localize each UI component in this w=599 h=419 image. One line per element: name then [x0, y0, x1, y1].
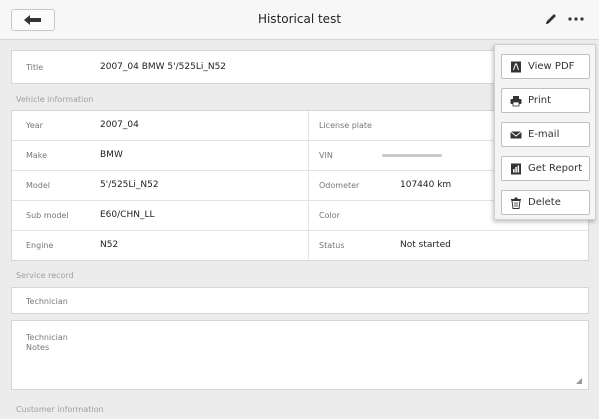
print-label: Print: [528, 95, 552, 106]
trash-icon: [511, 197, 521, 209]
engine-value[interactable]: N52: [100, 240, 118, 250]
top-bar: Historical test: [0, 0, 599, 40]
resize-handle[interactable]: [576, 378, 582, 384]
model-label: Model: [26, 181, 51, 190]
view-pdf-button[interactable]: View PDF: [501, 54, 590, 79]
odometer-value[interactable]: 107440 km: [400, 180, 451, 190]
year-value[interactable]: 2007_04: [100, 120, 139, 130]
email-label: E-mail: [528, 129, 560, 140]
license-plate-label: License plate: [319, 121, 372, 130]
print-button[interactable]: Print: [501, 88, 590, 113]
customer-section-label: Customer information: [16, 405, 104, 414]
email-button[interactable]: E-mail: [501, 122, 590, 147]
technician-label: Technician: [26, 297, 68, 306]
sub-model-label: Sub model: [26, 211, 69, 220]
vin-value-redacted[interactable]: [382, 154, 442, 157]
make-value[interactable]: BMW: [100, 150, 123, 160]
color-label: Color: [319, 211, 340, 220]
get-report-button[interactable]: Get Report: [501, 156, 590, 181]
printer-icon: [510, 95, 522, 106]
status-label: Status: [319, 241, 345, 250]
vehicle-section-label: Vehicle information: [16, 95, 94, 104]
get-report-label: Get Report: [528, 163, 583, 174]
sub-model-value[interactable]: E60/CHN_LL: [100, 210, 154, 220]
delete-button[interactable]: Delete: [501, 190, 590, 215]
envelope-icon: [510, 130, 522, 138]
vehicle-row-engine: Engine N52 Status Not started: [12, 231, 588, 261]
make-label: Make: [26, 151, 48, 160]
model-value[interactable]: 5'/525Li_N52: [100, 180, 159, 190]
pdf-icon: [511, 61, 521, 72]
more-dots-icon[interactable]: [566, 13, 586, 25]
service-section-label: Service record: [16, 271, 74, 280]
odometer-label: Odometer: [319, 181, 360, 190]
technician-notes-label: Technician Notes: [26, 333, 68, 352]
year-label: Year: [26, 121, 43, 130]
engine-label: Engine: [26, 241, 54, 250]
page-title: Historical test: [257, 12, 342, 26]
technician-notes-field[interactable]: Technician Notes: [11, 320, 589, 390]
report-icon: [511, 163, 521, 174]
actions-menu: View PDF Print E-mail Get Report Delete: [494, 44, 596, 220]
title-value: 2007_04 BMW 5'/525Li_N52: [100, 62, 227, 72]
vin-label: VIN: [319, 151, 333, 160]
technician-field[interactable]: Technician: [11, 287, 589, 314]
status-value: Not started: [400, 240, 451, 250]
delete-label: Delete: [528, 197, 561, 208]
pencil-icon[interactable]: [544, 12, 558, 26]
title-label: Title: [26, 63, 44, 72]
view-pdf-label: View PDF: [528, 61, 575, 72]
